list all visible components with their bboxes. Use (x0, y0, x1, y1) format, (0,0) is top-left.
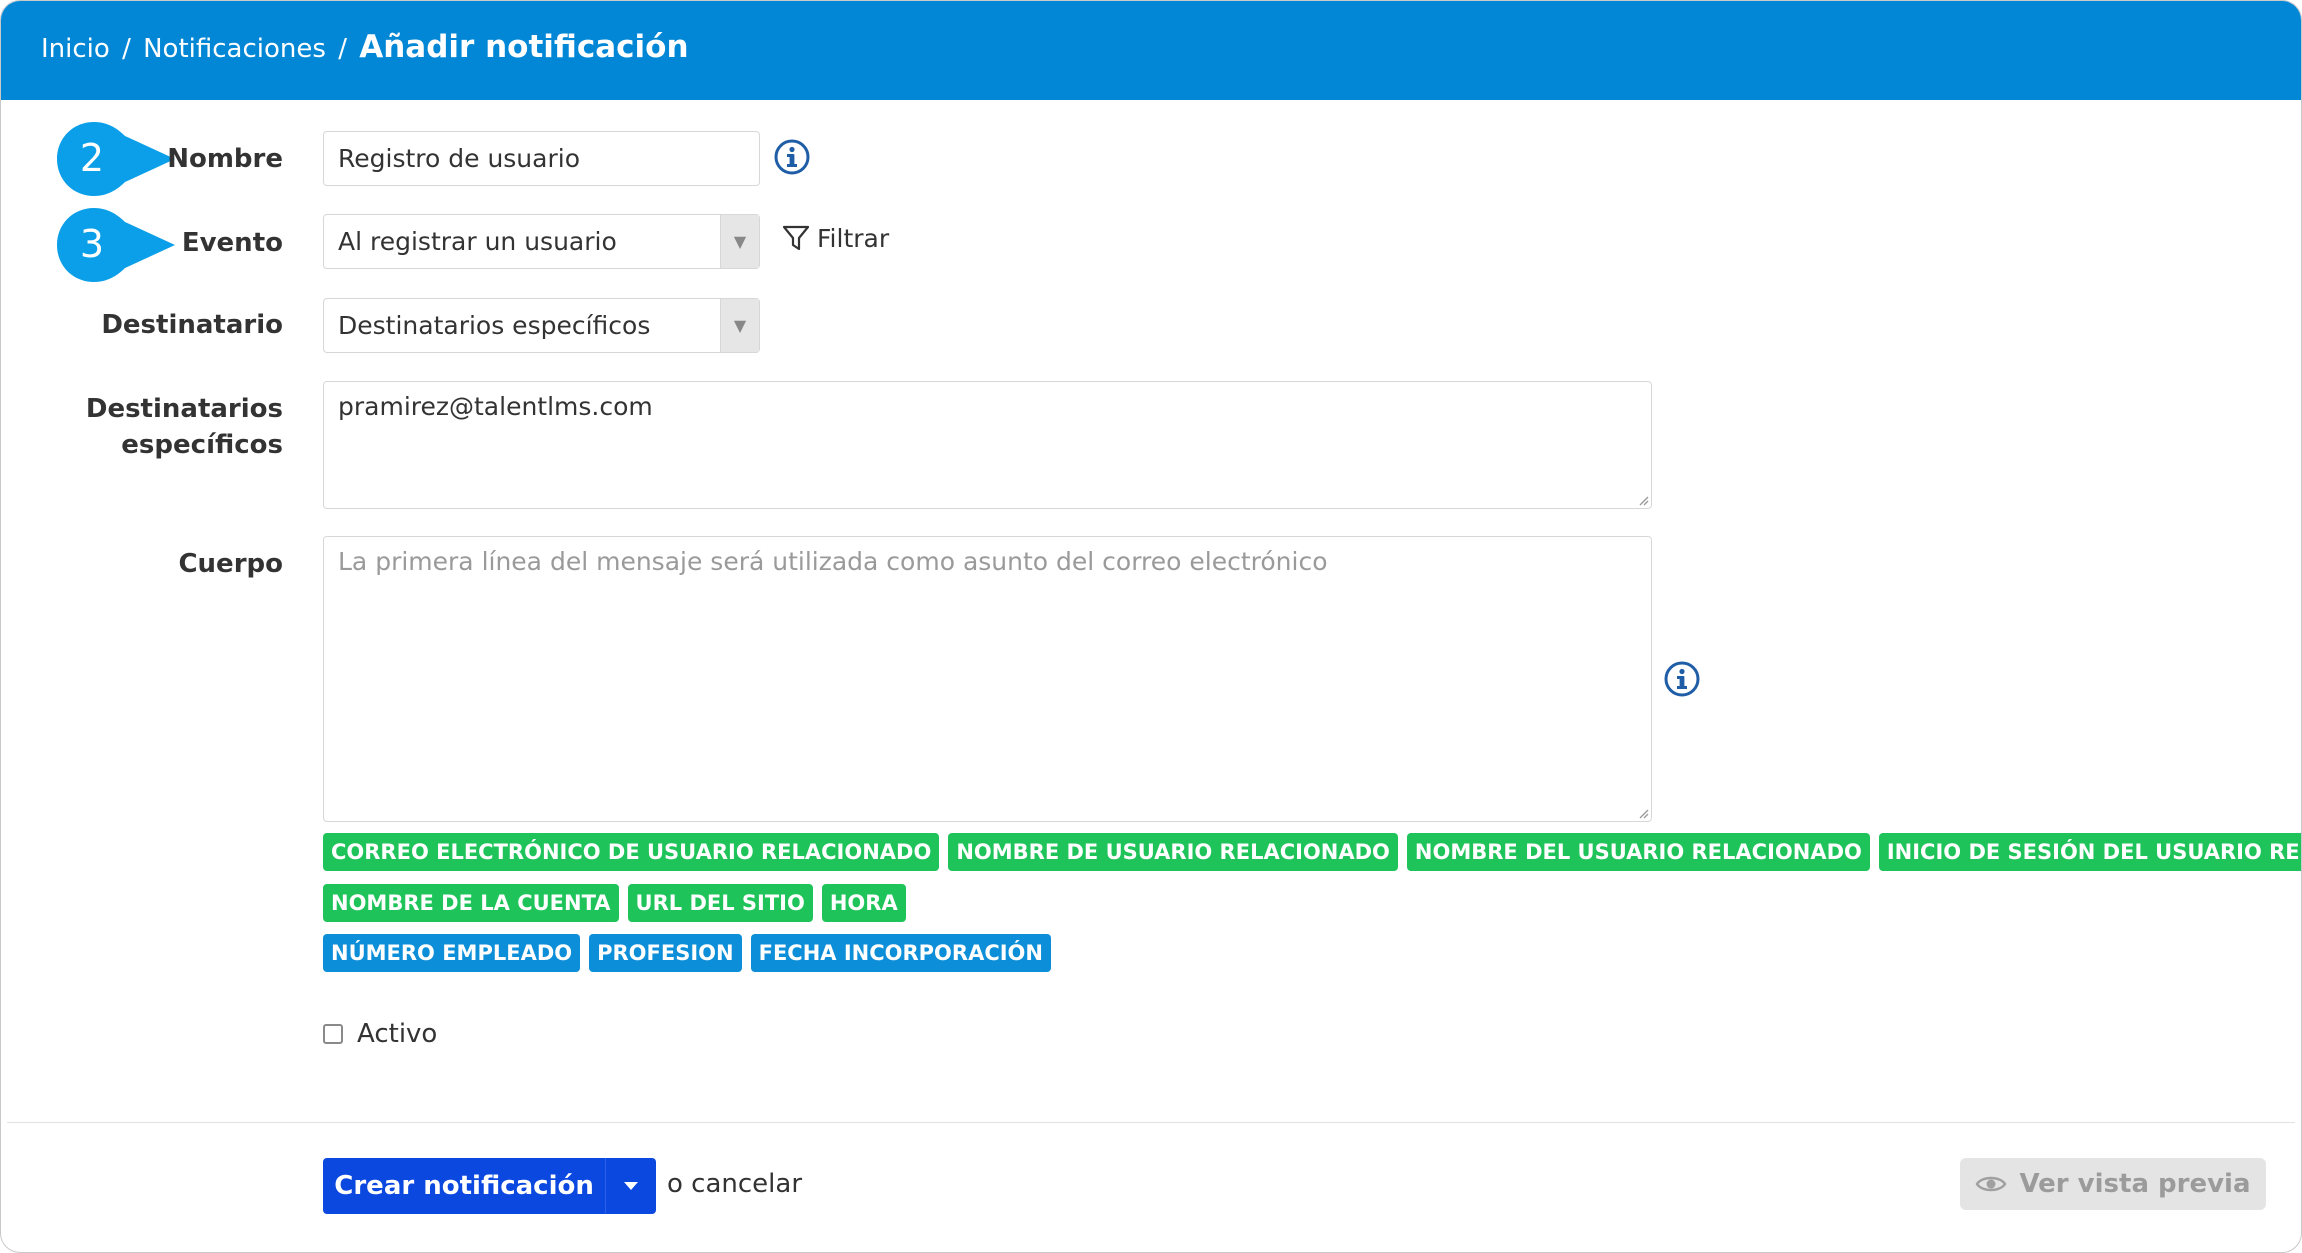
tag-employee-number[interactable]: NÚMERO EMPLEADO (323, 934, 581, 972)
specific-recipients-value: pramirez@talentlms.com (338, 392, 653, 421)
preview-label: Ver vista previa (2019, 1169, 2251, 1199)
tag-row: CORREO ELECTRÓNICO DE USUARIO RELACIONAD… (323, 833, 2301, 871)
tag-row: NÚMERO EMPLEADO PROFESION FECHA INCORPOR… (323, 934, 1051, 972)
specific-recipients-label-line1: Destinatarios (85, 394, 283, 424)
recipient-label: Destinatario (101, 310, 283, 340)
step-2-callout: 2 (57, 122, 175, 196)
event-select-value: Al registrar un usuario (338, 227, 617, 256)
breadcrumb-home[interactable]: Inicio (41, 34, 110, 64)
preview-button[interactable]: Ver vista previa (1960, 1158, 2266, 1210)
step-2-number: 2 (80, 136, 104, 180)
tag-profession[interactable]: PROFESION (589, 934, 742, 972)
tag-row: NOMBRE DE LA CUENTA URL DEL SITIO HORA (323, 884, 906, 922)
resize-grip-icon[interactable] (1637, 494, 1649, 506)
event-select[interactable]: Al registrar un usuario ▼ (323, 214, 760, 269)
body-textarea[interactable]: La primera línea del mensaje será utiliz… (323, 536, 1652, 822)
breadcrumb: Inicio / Notificaciones / Añadir notific… (41, 29, 689, 65)
footer-divider (7, 1122, 2295, 1123)
funnel-icon (782, 225, 810, 251)
step-3-callout: 3 (57, 208, 175, 282)
breadcrumb-notifications[interactable]: Notificaciones (143, 34, 326, 64)
notification-form-window: Inicio / Notificaciones / Añadir notific… (0, 0, 2302, 1253)
specific-recipients-label: Destinatarios específicos (86, 391, 283, 463)
tag-related-user-email[interactable]: CORREO ELECTRÓNICO DE USUARIO RELACIONAD… (323, 833, 940, 871)
tag-time[interactable]: HORA (821, 884, 906, 922)
cancel-link[interactable]: o cancelar (667, 1169, 802, 1199)
eye-icon (1975, 1176, 2007, 1192)
active-label: Activo (357, 1019, 438, 1049)
step-3-number: 3 (80, 222, 104, 266)
recipient-select[interactable]: Destinatarios específicos ▼ (323, 298, 760, 353)
breadcrumb-separator: / (338, 34, 347, 64)
create-notification-button-group: Crear notificación (323, 1158, 656, 1214)
recipient-select-value: Destinatarios específicos (338, 311, 651, 340)
page-title: Añadir notificación (359, 29, 689, 65)
active-checkbox[interactable] (323, 1024, 343, 1044)
tag-hire-date[interactable]: FECHA INCORPORACIÓN (750, 934, 1051, 972)
name-input-value: Registro de usuario (338, 144, 580, 173)
page-header: Inicio / Notificaciones / Añadir notific… (1, 1, 2301, 100)
resize-grip-icon[interactable] (1637, 807, 1649, 819)
caret-down-icon: ▼ (720, 215, 759, 268)
tag-related-user-login[interactable]: INICIO DE SESIÓN DEL USUARIO RELACIONADO (1878, 833, 2301, 871)
event-label: Evento (181, 228, 283, 258)
tag-related-user-first-name[interactable]: NOMBRE DE USUARIO RELACIONADO (948, 833, 1398, 871)
name-label: Nombre (167, 144, 283, 174)
tag-account-name[interactable]: NOMBRE DE LA CUENTA (323, 884, 619, 922)
active-toggle: Activo (323, 1019, 437, 1049)
create-options-dropdown[interactable] (605, 1158, 656, 1214)
caret-down-icon: ▼ (720, 299, 759, 352)
caret-down-icon (624, 1182, 639, 1190)
specific-recipients-label-line2: específicos (121, 430, 283, 460)
info-icon[interactable] (773, 138, 811, 176)
info-icon[interactable] (1663, 660, 1701, 698)
breadcrumb-separator: / (122, 34, 131, 64)
specific-recipients-textarea[interactable]: pramirez@talentlms.com (323, 381, 1652, 509)
filter-button[interactable]: Filtrar (781, 223, 889, 253)
tag-site-url[interactable]: URL DEL SITIO (627, 884, 813, 922)
filter-label: Filtrar (817, 223, 890, 253)
name-input[interactable]: Registro de usuario (323, 131, 760, 186)
body-label: Cuerpo (178, 549, 283, 579)
tag-related-user-name[interactable]: NOMBRE DEL USUARIO RELACIONADO (1406, 833, 1870, 871)
body-placeholder: La primera línea del mensaje será utiliz… (338, 547, 1328, 576)
create-notification-button[interactable]: Crear notificación (323, 1158, 605, 1214)
